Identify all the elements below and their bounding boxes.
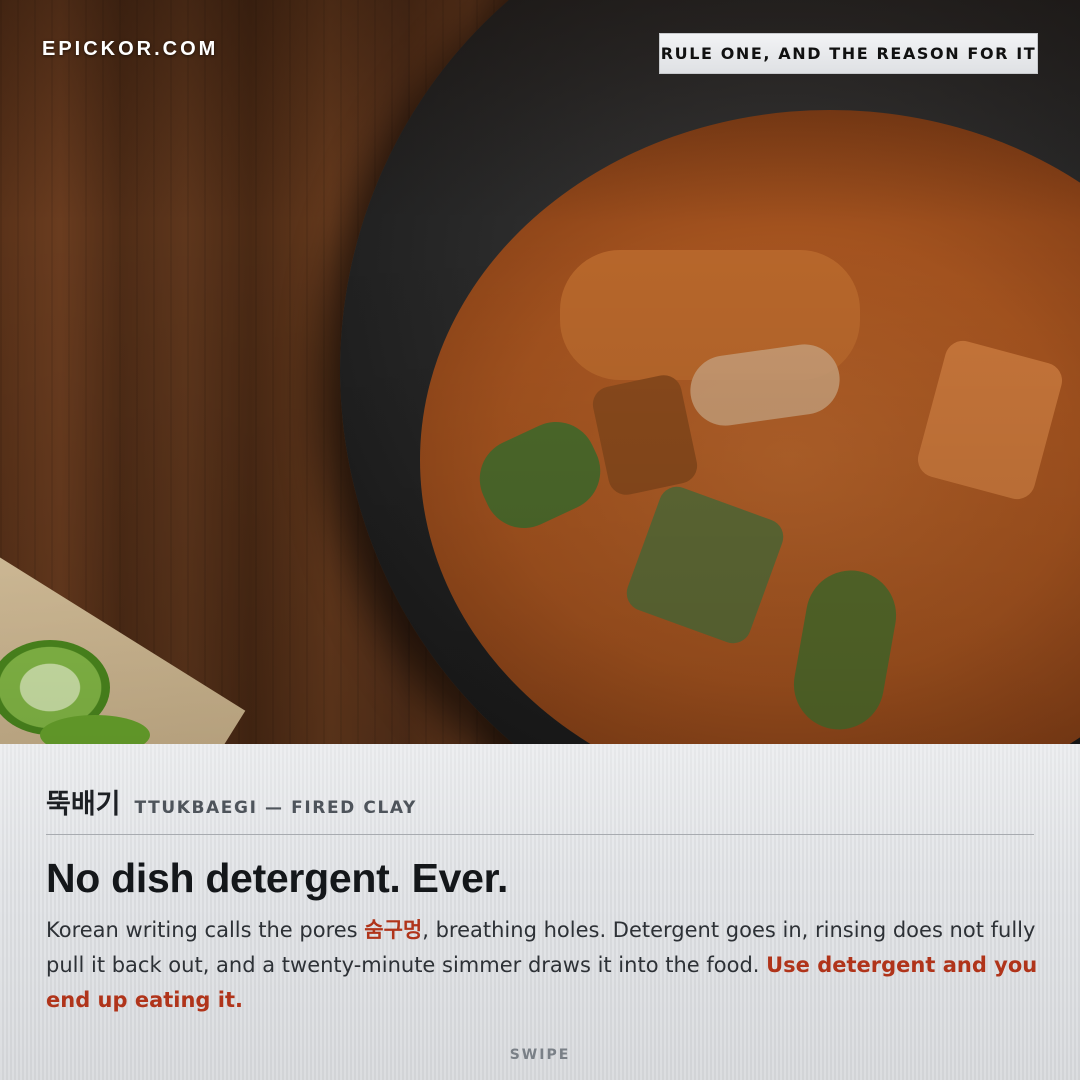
hero-photo bbox=[0, 0, 1080, 744]
romanized-term: TTUKBAEGI — FIRED CLAY bbox=[134, 798, 417, 818]
divider bbox=[46, 834, 1034, 835]
body-korean-term: 숨구멍 bbox=[364, 918, 423, 942]
header-tag: RULE ONE, AND THE REASON FOR IT bbox=[659, 33, 1038, 74]
body-part-1: Korean writing calls the pores bbox=[46, 918, 365, 942]
photo-shade bbox=[0, 0, 1080, 744]
body-text: Korean writing calls the pores 숨구멍, brea… bbox=[46, 913, 1041, 1018]
headline: No dish detergent. Ever. bbox=[46, 855, 509, 901]
swipe-hint[interactable]: SWIPE bbox=[0, 1047, 1080, 1063]
term-row: 뚝배기 TTUKBAEGI — FIRED CLAY bbox=[46, 782, 417, 821]
korean-term: 뚝배기 bbox=[46, 789, 121, 820]
brand-logo-text[interactable]: EPICKOR.COM bbox=[42, 38, 218, 61]
